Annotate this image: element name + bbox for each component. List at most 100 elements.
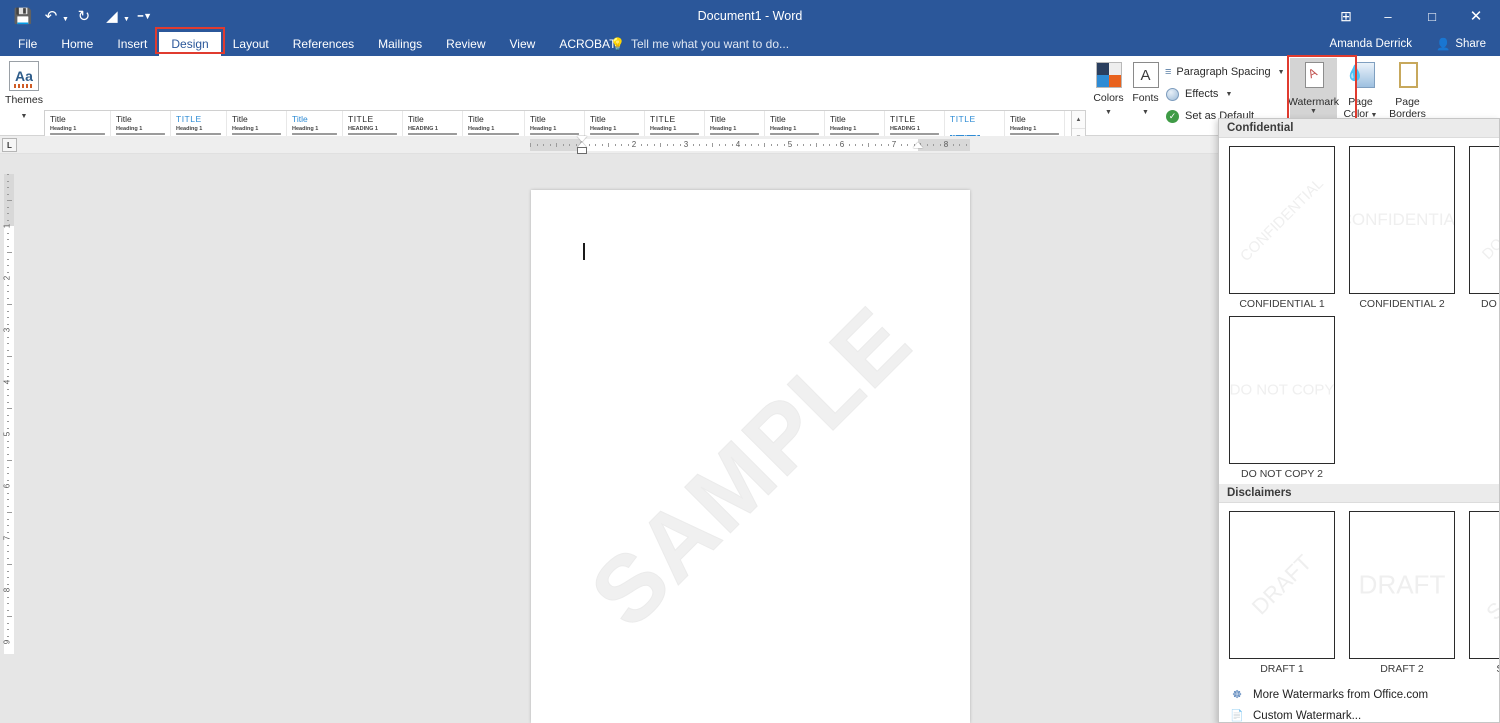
share-person-icon: 👤 (1435, 39, 1451, 51)
watermark-section-confidential-items: CONFIDENTIAL CONFIDENTIAL 1 CONFIDENTIAL… (1219, 138, 1499, 314)
ruler-tick (7, 284, 9, 286)
more-watermarks-from-office-menu-item[interactable]: ☸ More Watermarks from Office.com (1219, 684, 1499, 705)
ruler-tick (7, 583, 9, 585)
ruler-tick (7, 317, 9, 318)
gallery-scroll-up-icon[interactable]: ▲ (1072, 111, 1085, 129)
ruler-tick (751, 144, 752, 146)
tab-review[interactable]: Review (434, 32, 497, 56)
colors-chevron-down-icon[interactable]: ▼ (1105, 109, 1112, 116)
tab-mailings[interactable]: Mailings (366, 32, 434, 56)
custom-watermark-menu-item[interactable]: 📄 Custom Watermark... (1219, 705, 1499, 723)
check-circle-icon: ✓ (1165, 109, 1180, 124)
watermark-caption: DO NOT COPY 1 (1481, 298, 1499, 310)
tell-me-search[interactable]: 💡 Tell me what you want to do... (610, 32, 789, 56)
redo-icon[interactable]: ↻ (71, 3, 97, 29)
maximize-icon[interactable]: □ (1410, 0, 1454, 32)
close-icon[interactable]: ✕ (1454, 0, 1498, 32)
tab-file[interactable]: File (6, 32, 49, 56)
ruler-tick (777, 144, 778, 146)
ribbon-display-options-icon[interactable]: ⊞ (1326, 0, 1366, 32)
watermark-caption: DRAFT 1 (1260, 663, 1304, 675)
ruler-tick (7, 440, 9, 442)
tab-design[interactable]: Design (159, 32, 221, 56)
ruler-tick (926, 144, 928, 146)
ruler-tick (796, 144, 798, 146)
document-page[interactable]: SAMPLE (531, 190, 970, 723)
ruler-tick (7, 466, 9, 468)
style-thumbnail-title: TITLE (176, 114, 202, 124)
paragraph-spacing-chevron-down-icon[interactable]: ▼ (1278, 69, 1285, 76)
ruler-number: 8 (943, 140, 949, 149)
ruler-tick (530, 143, 531, 147)
ruler-tick (7, 616, 12, 617)
minimize-icon[interactable]: – (1366, 0, 1410, 32)
quick-access-toolbar: 💾 ↶ ▼ ↻ ◢ ▼ ━▼ (10, 0, 158, 32)
watermark-caption: CONFIDENTIAL 2 (1359, 298, 1445, 310)
tab-references[interactable]: References (281, 32, 366, 56)
effects-chevron-down-icon[interactable]: ▼ (1225, 91, 1232, 98)
chevron-down-icon[interactable]: ▼ (21, 113, 28, 120)
ruler-tick (7, 343, 9, 344)
format-painter-icon[interactable]: ◢ (99, 3, 125, 29)
paragraph-spacing-button[interactable]: ≡ Paragraph Spacing ▼ (1165, 61, 1285, 83)
watermark-chevron-down-icon[interactable]: ▼ (1310, 108, 1317, 116)
share-button[interactable]: 👤 Share (1425, 32, 1500, 56)
ruler-tick (764, 143, 765, 147)
watermark-item-do-not-copy-2[interactable]: DO NOT COPY DO NOT COPY 2 (1229, 316, 1335, 480)
vertical-ruler-track[interactable]: 1 2 3 4 5 6 7 8 9 (2, 174, 14, 654)
fonts-chevron-down-icon[interactable]: ▼ (1142, 109, 1149, 116)
ruler-tick (7, 544, 9, 546)
watermark-item-confidential-1[interactable]: CONFIDENTIAL CONFIDENTIAL 1 (1229, 146, 1335, 310)
ruler-tick (7, 492, 9, 494)
ruler-number: 3 (2, 327, 12, 333)
undo-icon[interactable]: ↶ (38, 3, 64, 29)
ruler-tick (7, 531, 9, 533)
ruler-track[interactable]: 12345678 (530, 139, 970, 151)
colors-button[interactable]: Colors ▼ (1090, 58, 1127, 134)
ruler-tick (718, 144, 720, 146)
watermark-item-sample-1[interactable]: SAMPLE SAMPLE 1 (1469, 511, 1499, 675)
right-indent-marker[interactable] (913, 142, 923, 148)
watermark-preview-text: DRAFT (1246, 549, 1317, 620)
tab-stop-selector[interactable]: L (2, 138, 17, 152)
style-thumbnail-title: Title (710, 114, 726, 124)
text-cursor (583, 243, 585, 260)
style-thumbnail-heading: Heading 1 (710, 126, 737, 132)
ruler-tick (608, 143, 609, 147)
tab-home[interactable]: Home (49, 32, 105, 56)
style-thumbnail-title: Title (1010, 114, 1026, 124)
style-thumbnail-heading: Heading 1 (530, 126, 557, 132)
share-label: Share (1455, 38, 1486, 50)
customize-quick-access-toolbar-icon[interactable]: ━▼ (132, 3, 158, 29)
save-icon[interactable]: 💾 (10, 3, 36, 29)
ruler-tick (907, 144, 908, 146)
watermark-item-draft-2[interactable]: DRAFT DRAFT 2 (1349, 511, 1455, 675)
ruler-tick (7, 596, 9, 598)
tab-insert[interactable]: Insert (105, 32, 159, 56)
user-name: Amanda Derrick (1329, 38, 1412, 50)
fonts-button[interactable]: A Fonts ▼ (1127, 58, 1164, 134)
watermark-preview: DRAFT (1349, 511, 1455, 659)
ruler-tick (7, 408, 12, 409)
watermark-preview: CONFIDENTIAL (1229, 146, 1335, 294)
effects-button[interactable]: Effects ▼ (1165, 83, 1283, 105)
ruler-number: 8 (2, 587, 12, 593)
tab-view[interactable]: View (498, 32, 548, 56)
format-painter-dropdown-icon[interactable]: ▼ (123, 16, 130, 23)
ruler-tick (822, 144, 824, 146)
ruler-tick (7, 447, 9, 448)
vertical-ruler[interactable]: 1 2 3 4 5 6 7 8 9 (0, 154, 18, 723)
tab-layout[interactable]: Layout (221, 32, 281, 56)
style-thumbnail-title: Title (292, 114, 308, 124)
undo-dropdown-icon[interactable]: ▼ (62, 16, 69, 23)
left-indent-marker[interactable] (577, 147, 587, 154)
style-thumbnail-heading: Heading 1 (292, 126, 319, 132)
ruler-tick (7, 388, 9, 390)
ruler-tick (725, 144, 726, 146)
watermark-item-draft-1[interactable]: DRAFT DRAFT 1 (1229, 511, 1335, 675)
watermark-item-confidential-2[interactable]: CONFIDENTIAL CONFIDENTIAL 2 (1349, 146, 1455, 310)
style-thumbnail-title: Title (116, 114, 132, 124)
watermark-item-do-not-copy-1[interactable]: DO NOT COPY DO NOT COPY 1 (1469, 146, 1499, 310)
ruler-number: 6 (2, 483, 12, 489)
themes-button[interactable]: Aa Themes ▼ (2, 58, 46, 134)
